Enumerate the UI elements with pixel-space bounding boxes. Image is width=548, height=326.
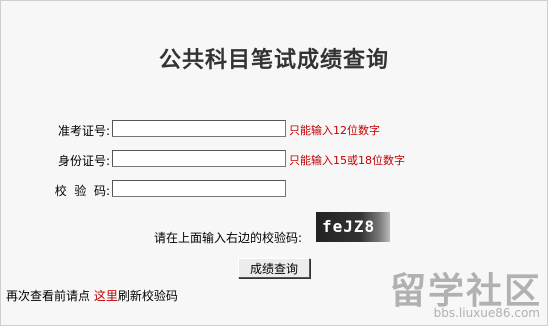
captcha-image: feJZ8: [316, 212, 390, 242]
id-no-row: 身份证号: 只能输入15或18位数字: [0, 150, 548, 170]
exam-no-input[interactable]: [112, 120, 286, 137]
refresh-prefix: 再次查看前请点: [6, 289, 91, 303]
page-title: 公共科目笔试成绩查询: [158, 47, 389, 73]
refresh-captcha-link[interactable]: 这里: [94, 289, 118, 303]
exam-no-label: 准考证号:: [57, 124, 110, 138]
id-no-input[interactable]: [112, 150, 286, 167]
id-no-label: 身份证号:: [57, 154, 110, 168]
refresh-suffix: 刷新校验码: [117, 289, 178, 303]
exam-no-row: 准考证号: 只能输入12位数字: [0, 120, 548, 140]
refresh-captcha-line: 再次查看前请点 这里刷新校验码: [6, 287, 178, 304]
site-watermark: 留学社区 bbs.liuxue86.com: [382, 262, 542, 320]
query-score-button[interactable]: 成绩查询: [238, 258, 310, 278]
code-input[interactable]: [112, 180, 286, 197]
id-no-hint: 只能输入15或18位数字: [289, 154, 405, 167]
code-row: 校 验 码:: [0, 180, 548, 200]
exam-no-hint: 只能输入12位数字: [289, 124, 380, 137]
code-label: 校 验 码:: [54, 184, 110, 198]
captcha-prompt: 请在上面输入右边的校验码:: [154, 231, 303, 245]
watermark-url: bbs.liuxue86.com: [433, 306, 540, 320]
